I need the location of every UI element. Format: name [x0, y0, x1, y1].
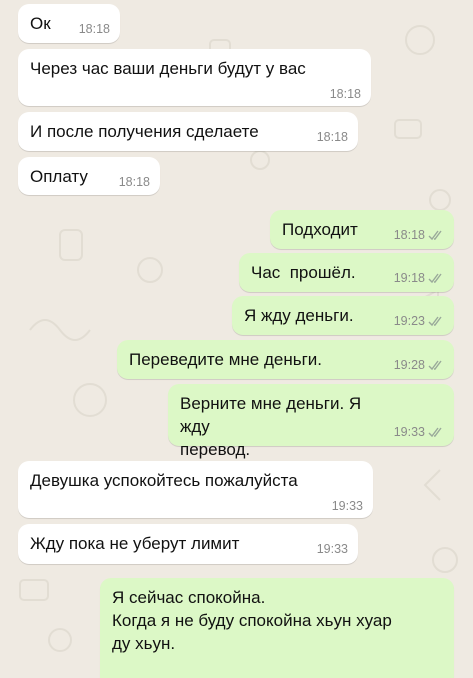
message-text: Девушка успокойтесь пожалуйста [30, 471, 298, 490]
message-time: 18:18 [316, 130, 348, 144]
message-text: Через час ваши деньги будут у вас [30, 59, 306, 78]
double-check-icon [428, 360, 442, 371]
message-text: Верните мне деньги. Я жду перевод. [180, 394, 362, 459]
message-text: Оплату [30, 167, 88, 186]
message-time: 19:28 [393, 358, 425, 372]
double-check-icon [428, 273, 442, 284]
double-check-icon [428, 230, 442, 241]
chat-message-list[interactable]: 18:18 Ок Через час ваши деньги будут у в… [0, 0, 473, 678]
message-bubble-outgoing[interactable]: Я сейчас спокойна. Когда я не буду споко… [100, 578, 454, 678]
message-bubble-outgoing[interactable]: 19:23 Я жду деньги. [232, 296, 454, 335]
message-text: Жду пока не уберут лимит [30, 534, 240, 553]
message-bubble-incoming[interactable]: 18:18 Ок [18, 4, 120, 43]
message-bubble-incoming[interactable]: 18:18 Оплату [18, 157, 160, 195]
message-text: Переведите мне деньги. [129, 350, 322, 369]
message-text: Подходит [282, 220, 358, 239]
message-bubble-incoming[interactable]: Через час ваши деньги будут у вас 18:18 [18, 49, 371, 106]
message-bubble-outgoing[interactable]: 19:18 Час прошёл. [239, 253, 454, 292]
message-text: Я сейчас спокойна. Когда я не буду споко… [112, 588, 392, 653]
message-time: 18:18 [329, 87, 361, 101]
message-bubble-outgoing[interactable]: 18:18 Подходит [270, 210, 454, 249]
message-time: 19:18 [393, 271, 425, 285]
message-time: 18:18 [118, 175, 150, 189]
message-time: 19:33 [316, 542, 348, 556]
message-bubble-outgoing[interactable]: 19:33 Верните мне деньги. Я жду перевод. [168, 384, 454, 459]
message-time: 19:33 [393, 425, 425, 439]
message-time: 18:18 [78, 22, 110, 36]
double-check-icon [428, 316, 442, 327]
message-time: 19:33 [331, 499, 363, 513]
message-bubble-incoming[interactable]: 19:33 Жду пока не уберут лимит [18, 524, 358, 564]
message-text: Ок [30, 14, 51, 33]
message-text: Я жду деньги. [244, 306, 354, 325]
message-time: 18:18 [393, 228, 425, 242]
message-text: И после получения сделаете [30, 122, 259, 141]
message-bubble-incoming[interactable]: Девушка успокойтесь пожалуйста 19:33 [18, 461, 373, 518]
message-bubble-outgoing[interactable]: 19:28 Переведите мне деньги. [117, 340, 454, 379]
message-time: 19:23 [393, 314, 425, 328]
message-bubble-incoming[interactable]: 18:18 И после получения сделаете [18, 112, 358, 151]
message-text: Час прошёл. [251, 263, 356, 282]
double-check-icon [428, 427, 442, 438]
